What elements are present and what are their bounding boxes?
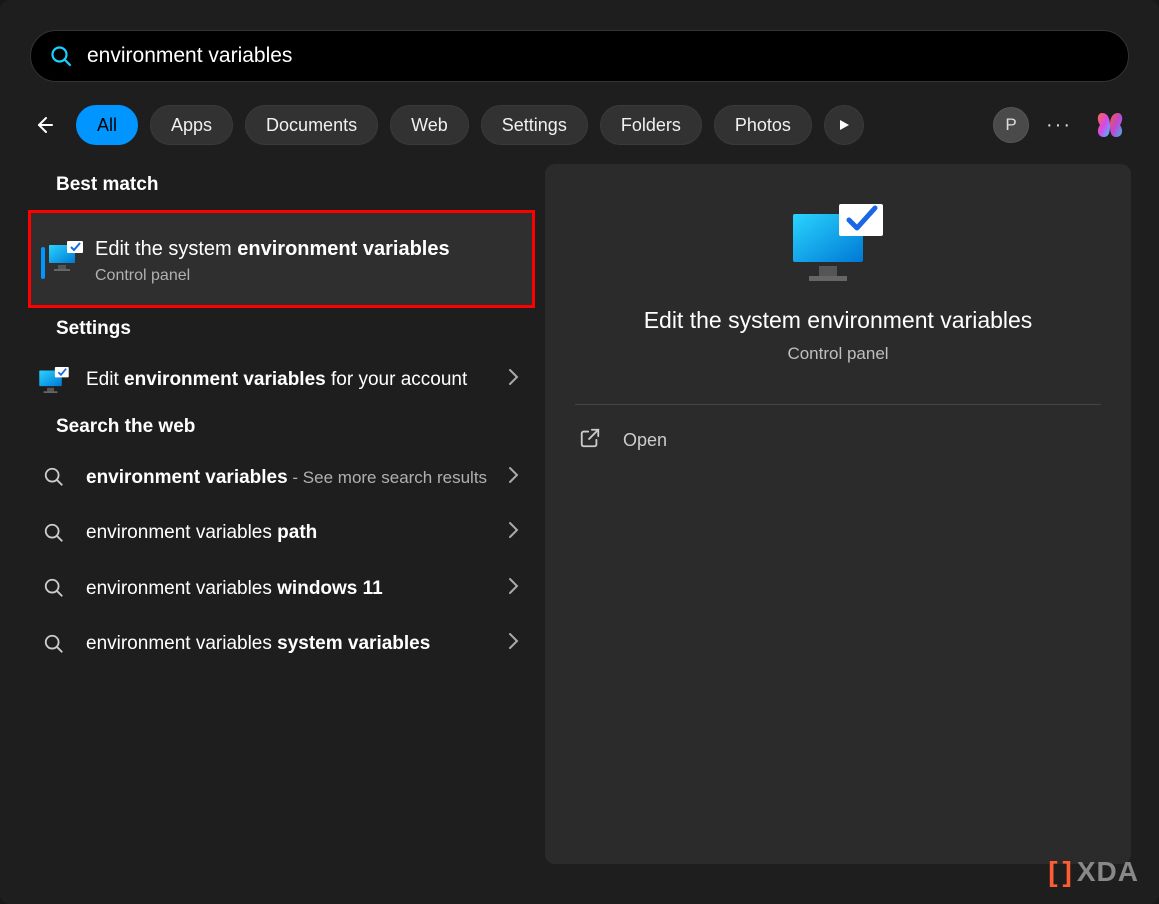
filter-label: All: [97, 115, 117, 136]
search-icon: [38, 466, 70, 488]
filter-label: Folders: [621, 115, 681, 136]
web-result[interactable]: environment variables - See more search …: [28, 452, 535, 504]
result-text: Edit environment variables for your acco…: [86, 366, 491, 394]
result-text: environment variables windows 11: [86, 575, 491, 603]
chevron-right-icon: [507, 368, 519, 391]
filter-web[interactable]: Web: [390, 105, 469, 145]
filter-row: All Apps Documents Web Settings Folders …: [28, 104, 1131, 146]
section-settings: Settings: [56, 318, 535, 340]
search-icon: [38, 633, 70, 655]
filter-apps[interactable]: Apps: [150, 105, 233, 145]
section-web: Search the web: [56, 416, 535, 438]
best-match-result[interactable]: Edit the system environment variables Co…: [28, 210, 535, 308]
preview-panel: Edit the system environment variables Co…: [545, 164, 1131, 864]
result-text: environment variables path: [86, 519, 491, 547]
chevron-right-icon: [507, 521, 519, 544]
best-match-subtitle: Control panel: [95, 267, 450, 285]
section-best-match: Best match: [56, 174, 535, 196]
web-result[interactable]: environment variables path: [28, 507, 535, 559]
back-button[interactable]: [28, 109, 60, 141]
preview-title: Edit the system environment variables: [644, 307, 1033, 334]
filter-more[interactable]: [824, 105, 864, 145]
filter-folders[interactable]: Folders: [600, 105, 702, 145]
filter-label: Photos: [735, 115, 791, 136]
web-result[interactable]: environment variables windows 11: [28, 563, 535, 615]
search-input[interactable]: [87, 44, 1110, 68]
open-external-icon: [579, 427, 601, 454]
result-text: environment variables - See more search …: [86, 464, 491, 492]
web-result[interactable]: environment variables system variables: [28, 618, 535, 670]
more-menu[interactable]: ···: [1041, 114, 1077, 137]
filter-label: Settings: [502, 115, 567, 136]
filter-settings[interactable]: Settings: [481, 105, 588, 145]
results-column: Best match Edit the system en: [0, 164, 545, 878]
filter-label: Apps: [171, 115, 212, 136]
search-window: All Apps Documents Web Settings Folders …: [0, 0, 1159, 904]
chevron-right-icon: [507, 632, 519, 655]
chevron-right-icon: [507, 577, 519, 600]
preview-subtitle: Control panel: [787, 344, 888, 364]
play-icon: [837, 118, 851, 132]
filter-documents[interactable]: Documents: [245, 105, 378, 145]
best-match-title: Edit the system environment variables: [95, 235, 450, 263]
filter-label: Web: [411, 115, 448, 136]
open-action[interactable]: Open: [575, 405, 1101, 476]
copilot-icon[interactable]: [1089, 104, 1131, 146]
search-icon: [49, 44, 73, 68]
settings-result[interactable]: Edit environment variables for your acco…: [28, 354, 535, 406]
search-icon: [38, 522, 70, 544]
monitor-check-icon: [793, 204, 883, 287]
search-icon: [38, 577, 70, 599]
monitor-check-icon: [38, 367, 70, 393]
search-bar[interactable]: [30, 30, 1129, 82]
result-text: environment variables system variables: [86, 630, 491, 658]
chevron-right-icon: [507, 466, 519, 489]
filter-photos[interactable]: Photos: [714, 105, 812, 145]
filter-label: Documents: [266, 115, 357, 136]
avatar-initial: P: [1005, 115, 1016, 135]
monitor-check-icon: [49, 241, 81, 269]
open-label: Open: [623, 430, 667, 451]
user-avatar[interactable]: P: [993, 107, 1029, 143]
filter-all[interactable]: All: [76, 105, 138, 145]
